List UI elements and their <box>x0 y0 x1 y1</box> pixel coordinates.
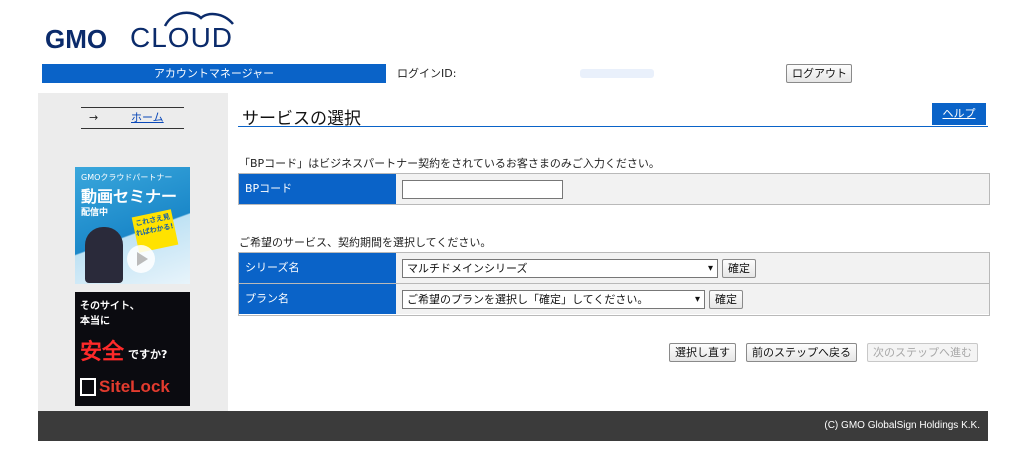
plan-select[interactable]: ご希望のプランを選択し「確定」してください。 ▾ <box>402 290 705 309</box>
series-select-value: マルチドメインシリーズ <box>407 262 528 275</box>
plan-label: プラン名 <box>239 284 396 314</box>
play-icon <box>127 245 155 273</box>
plan-select-value: ご希望のプランを選択し「確定」してください。 <box>407 293 649 306</box>
bp-code-table: BPコード <box>238 173 990 205</box>
sidebar-item-home[interactable]: → ホーム <box>81 107 184 129</box>
series-confirm-button[interactable]: 確定 <box>722 259 756 278</box>
logo-gmo-text: GMO <box>45 24 108 54</box>
logout-button[interactable]: ログアウト <box>786 64 852 83</box>
copyright-text: (C) GMO GlobalSign Holdings K.K. <box>824 420 980 431</box>
chevron-down-icon: ▾ <box>707 263 713 274</box>
seminar-banner-line3: 配信中 <box>81 208 109 218</box>
series-select[interactable]: マルチドメインシリーズ ▾ <box>402 259 718 278</box>
lock-icon <box>80 378 96 396</box>
series-label: シリーズ名 <box>239 253 396 283</box>
seminar-banner-line2: 動画セミナー <box>81 187 178 206</box>
seminar-banner[interactable]: GMOクラウドパートナー 動画セミナー 配信中 これさえ見ればわかる! <box>75 167 190 284</box>
login-id-value <box>580 69 654 78</box>
sitelock-line4: ですか? <box>128 348 168 361</box>
arrow-right-icon: → <box>89 111 99 124</box>
presenter-image <box>85 227 123 283</box>
seminar-banner-line1: GMOクラウドパートナー <box>81 173 173 182</box>
bp-code-note: 「BPコード」はビジネスパートナー契約をされているお客さまのみご入力ください。 <box>239 157 660 170</box>
chevron-down-icon: ▾ <box>694 294 700 305</box>
bp-code-input[interactable] <box>402 180 563 199</box>
help-button[interactable]: ヘルプ <box>932 103 986 125</box>
bp-code-row: BPコード <box>239 174 989 205</box>
previous-step-button[interactable]: 前のステップへ戻る <box>746 343 857 362</box>
plan-confirm-button[interactable]: 確定 <box>709 290 743 309</box>
title-divider <box>238 126 988 127</box>
sitelock-line3: 安全 <box>80 340 125 365</box>
reset-selection-button[interactable]: 選択し直す <box>669 343 736 362</box>
login-id-label: ログインID: <box>397 67 457 80</box>
sitelock-line1: そのサイト、 <box>80 301 140 312</box>
logo-cloud-text: CLOUD <box>130 22 234 53</box>
next-step-button[interactable]: 次のステップへ進む <box>867 343 978 362</box>
sitelock-line2: 本当に <box>80 316 110 327</box>
app-title-bar: アカウントマネージャー <box>42 64 386 83</box>
home-link[interactable]: ホーム <box>131 108 164 128</box>
service-note: ご希望のサービス、契約期間を選択してください。 <box>239 236 492 249</box>
gmo-cloud-logo: GMO CLOUD <box>45 6 245 54</box>
sitelock-banner[interactable]: そのサイト、 本当に 安全 ですか? SiteLock <box>75 292 190 406</box>
sitelock-brand: SiteLock <box>99 377 170 396</box>
bp-code-label: BPコード <box>239 174 396 204</box>
footer: (C) GMO GlobalSign Holdings K.K. <box>38 411 988 441</box>
